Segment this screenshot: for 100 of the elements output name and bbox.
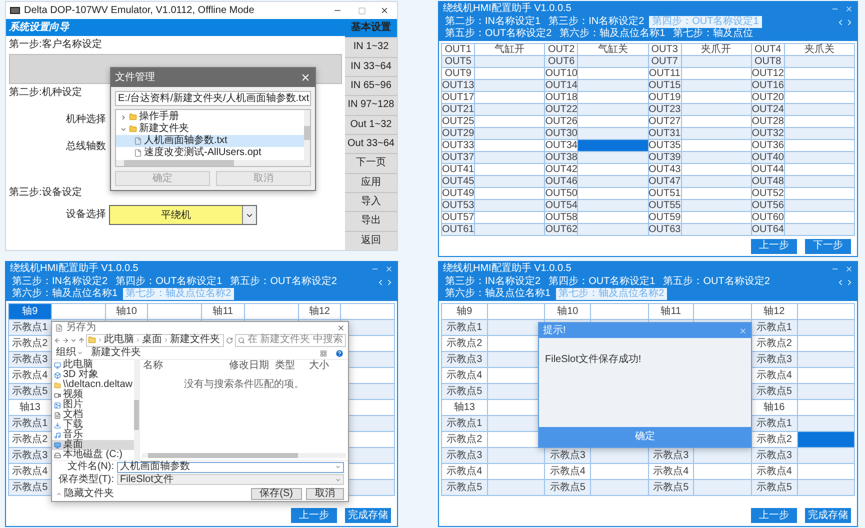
- table-cell: 示教点5: [648, 480, 694, 496]
- table-cell: OUT19: [648, 92, 682, 104]
- table-cell: 示教点4: [9, 368, 52, 384]
- table-cell: OUT61: [442, 224, 476, 236]
- table-cell: 轴9: [9, 304, 52, 320]
- table-cell: 示教点3: [442, 448, 488, 464]
- table-cell: 夹爪关: [784, 44, 855, 56]
- table-cell: OUT52: [752, 188, 785, 200]
- table-cell: 气缸关: [578, 44, 648, 56]
- table-cell: OUT33: [442, 140, 476, 152]
- table-cell: OUT63: [648, 224, 682, 236]
- table-cell: OUT12: [752, 68, 785, 80]
- table-cell: 示教点1: [752, 320, 798, 336]
- table-cell: OUT11: [648, 68, 682, 80]
- table-cell: OUT3: [648, 44, 682, 56]
- window-title: 绕线机HMI配置助手 V1.0.0.5: [443, 264, 572, 274]
- table-cell: 示教点2: [442, 336, 488, 352]
- table-cell: OUT59: [648, 212, 682, 224]
- table-cell: OUT10: [545, 68, 578, 80]
- field-label: 文件名(N):: [66, 462, 114, 472]
- table-cell: 轴13: [442, 400, 488, 416]
- table-cell: 示教点3: [752, 448, 798, 464]
- table-cell: 示教点1: [442, 416, 488, 432]
- table-cell: OUT25: [442, 116, 476, 128]
- table-cell: 示教点4: [545, 464, 592, 480]
- table-cell: OUT42: [545, 164, 578, 176]
- table-cell: 示教点2: [9, 336, 52, 352]
- table-cell: 示教点4: [442, 464, 488, 480]
- table-cell: 夹爪开: [682, 44, 752, 56]
- table-cell: 示教点3: [9, 352, 52, 368]
- table-cell: OUT5: [442, 56, 476, 68]
- table-cell: OUT6: [545, 56, 578, 68]
- window-title: Delta DOP-107WV Emulator, V1.0112, Offline Mode: [24, 6, 256, 16]
- table-cell: 轴11: [202, 304, 245, 320]
- table-cell: 示教点4: [442, 368, 488, 384]
- table-cell: OUT64: [752, 224, 785, 236]
- table-cell: OUT35: [648, 140, 682, 152]
- table-cell: OUT32: [752, 128, 785, 140]
- table-cell: OUT39: [648, 152, 682, 164]
- table-cell: OUT18: [545, 92, 578, 104]
- table-cell: 示教点3: [648, 448, 694, 464]
- table-cell: OUT62: [545, 224, 578, 236]
- table-cell: OUT2: [545, 44, 578, 56]
- table-cell: OUT53: [442, 200, 476, 212]
- step-heading: 第三步:设备设定: [9, 187, 82, 199]
- table-cell: OUT29: [442, 128, 476, 140]
- table-cell: 示教点5: [752, 384, 798, 400]
- table-cell: OUT17: [442, 92, 476, 104]
- table-cell: OUT15: [648, 80, 682, 92]
- table-cell: 示教点5: [545, 480, 592, 496]
- table-cell: 示教点1: [442, 320, 488, 336]
- table-cell: 示教点3: [752, 352, 798, 368]
- table-cell: 轴10: [545, 304, 592, 320]
- table-cell: 示教点3: [9, 448, 52, 464]
- header-title: 系统设置向导: [9, 22, 69, 32]
- table-cell: 示教点3: [442, 352, 488, 368]
- field-label: 总线轴数: [66, 141, 106, 153]
- table-cell: OUT57: [442, 212, 476, 224]
- step-heading: 第一步:客户名称设定: [9, 39, 102, 51]
- table-cell: OUT48: [752, 176, 785, 188]
- table-cell: OUT41: [442, 164, 476, 176]
- field-label: 机种选择: [66, 114, 106, 126]
- table-cell: OUT14: [545, 80, 578, 92]
- window-title: 绕线机HMI配置助手 V1.0.0.5: [10, 264, 140, 274]
- dialog-title: 文件管理: [115, 72, 156, 82]
- table-cell: 示教点5: [752, 480, 798, 496]
- field-label: 保存类型(T):: [57, 474, 114, 484]
- table-cell: OUT49: [442, 188, 476, 200]
- table-cell: 示教点2: [752, 336, 798, 352]
- dialog-title: 另存为: [66, 322, 97, 332]
- table-cell: OUT4: [752, 44, 785, 56]
- table-cell: 示教点5: [9, 384, 52, 400]
- table-cell: OUT27: [648, 116, 682, 128]
- table-cell: 轴10: [106, 304, 148, 320]
- table-cell: 示教点1: [9, 320, 52, 336]
- table-cell: OUT26: [545, 116, 578, 128]
- table-cell: 轴16: [752, 400, 798, 416]
- field-label: 设备选择: [66, 209, 106, 221]
- table-cell: OUT36: [752, 140, 785, 152]
- table-cell: OUT37: [442, 152, 476, 164]
- table-cell: 示教点4: [648, 464, 694, 480]
- table-cell: OUT40: [752, 152, 785, 164]
- table-cell: 轴9: [442, 304, 488, 320]
- table-cell: OUT58: [545, 212, 578, 224]
- table-cell: 气缸开: [475, 44, 546, 56]
- table-cell: OUT23: [648, 104, 682, 116]
- table-cell: OUT21: [442, 104, 476, 116]
- table-cell: 示教点4: [9, 464, 52, 480]
- table-cell: OUT34: [545, 140, 578, 152]
- table-cell: 示教点2: [9, 432, 52, 448]
- table-cell: OUT51: [648, 188, 682, 200]
- table-cell: OUT16: [752, 80, 785, 92]
- window-title: 绕线机HMI配置助手 V1.0.0.5: [443, 4, 572, 14]
- table-cell: 示教点5: [442, 480, 488, 496]
- table-cell: OUT38: [545, 152, 578, 164]
- table-cell: 示教点3: [545, 448, 592, 464]
- table-cell: 轴12: [298, 304, 342, 320]
- table-cell: OUT1: [442, 44, 476, 56]
- table-cell: 示教点2: [442, 432, 488, 448]
- table-cell: OUT45: [442, 176, 476, 188]
